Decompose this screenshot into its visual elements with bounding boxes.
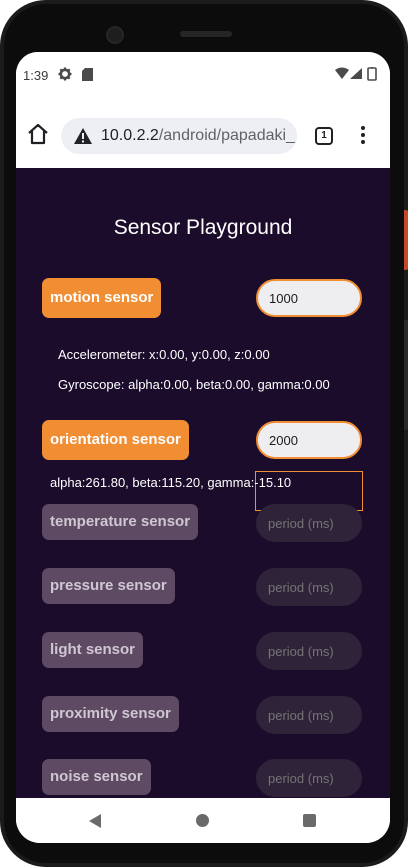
temperature-sensor-button[interactable]: temperature sensor — [42, 504, 199, 540]
signal-battery-icons — [335, 67, 377, 81]
motion-sensor-button[interactable]: motion sensor — [42, 278, 162, 318]
sim-card-icon — [82, 68, 93, 81]
orientation-period-input[interactable] — [256, 421, 362, 459]
home-icon[interactable] — [24, 120, 52, 148]
url-host: 10.0.2.2 — [101, 127, 159, 144]
tab-switcher-button[interactable]: 1 — [315, 127, 333, 145]
web-content: Sensor Playground motion sensor Accelero… — [16, 168, 390, 798]
system-nav-bar — [16, 798, 390, 843]
browser-toolbar: 10.0.2.2/android/papadaki_ 1 — [16, 98, 390, 168]
light-period-input[interactable] — [256, 632, 362, 670]
recent-apps-icon[interactable] — [303, 814, 316, 827]
address-bar[interactable]: 10.0.2.2/android/papadaki_ — [61, 118, 297, 154]
light-sensor-button[interactable]: light sensor — [42, 632, 144, 668]
orientation-sensor-button[interactable]: orientation sensor — [42, 420, 189, 460]
screen: 1:39 10.0.2.2/android/papadaki_ 1 Sensor… — [16, 52, 390, 843]
accelerometer-reading: Accelerometer: x:0.00, y:0.00, z:0.00 — [58, 347, 270, 362]
not-secure-warning-icon[interactable] — [73, 127, 93, 145]
proximity-sensor-button[interactable]: proximity sensor — [42, 696, 179, 732]
gyroscope-reading: Gyroscope: alpha:0.00, beta:0.00, gamma:… — [58, 377, 330, 392]
phone-frame: 1:39 10.0.2.2/android/papadaki_ 1 Sensor… — [0, 0, 408, 867]
orientation-reading: alpha:261.80, beta:115.20, gamma:-15.10 — [50, 475, 292, 490]
url-path: /android/papadaki_ — [158, 127, 295, 144]
url-text[interactable]: 10.0.2.2/android/papadaki_ — [101, 127, 295, 145]
status-time: 1:39 — [23, 68, 49, 83]
front-camera — [106, 26, 124, 44]
noise-period-input[interactable] — [256, 759, 362, 797]
temperature-period-input[interactable] — [256, 504, 362, 542]
noise-sensor-button[interactable]: noise sensor — [42, 759, 151, 795]
pressure-sensor-button[interactable]: pressure sensor — [42, 568, 175, 604]
earpiece-speaker — [180, 31, 232, 37]
overflow-menu-icon[interactable] — [353, 124, 373, 148]
back-icon[interactable] — [88, 813, 102, 829]
status-bar: 1:39 — [16, 52, 390, 98]
nav-home-icon[interactable] — [196, 814, 209, 827]
settings-gear-icon — [58, 67, 72, 81]
page-title: Sensor Playground — [113, 216, 293, 239]
motion-period-input[interactable] — [256, 279, 362, 317]
pressure-period-input[interactable] — [256, 568, 362, 606]
proximity-period-input[interactable] — [256, 696, 362, 734]
